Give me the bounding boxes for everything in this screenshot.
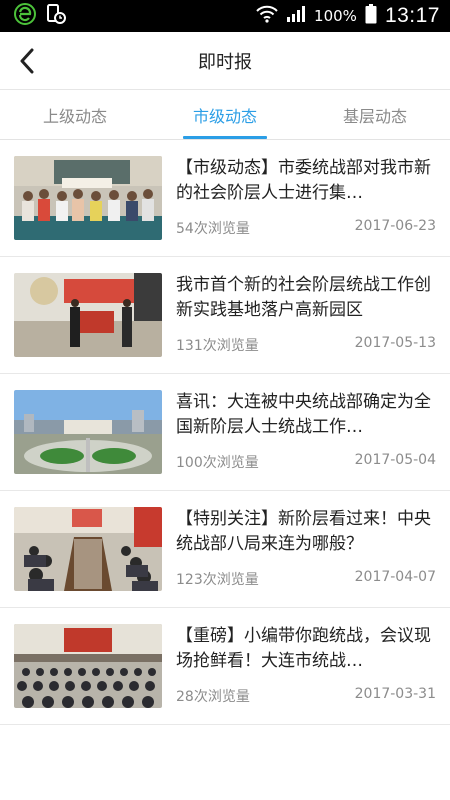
article-thumbnail bbox=[14, 507, 162, 591]
publish-date: 2017-04-07 bbox=[354, 569, 436, 585]
list-item[interactable]: 【重磅】小编带你跑统战，会议现场抢鲜看！大连市统战… 28次浏览量 2017-0… bbox=[0, 608, 450, 725]
publish-date: 2017-06-23 bbox=[354, 218, 436, 234]
view-count: 28次浏览量 bbox=[176, 689, 250, 705]
list-item[interactable]: 【市级动态】市委统战部对我市新的社会阶层人士进行集… 54次浏览量 2017-0… bbox=[0, 140, 450, 257]
view-count: 131次浏览量 bbox=[176, 338, 259, 354]
clock-time: 13:17 bbox=[384, 4, 440, 27]
tab-bar: 上级动态 市级动态 基层动态 bbox=[0, 90, 450, 140]
article-thumbnail bbox=[14, 624, 162, 708]
list-item[interactable]: 【特别关注】新阶层看过来！中央统战部八局来连为哪般？ 123次浏览量 2017-… bbox=[0, 491, 450, 608]
list-item[interactable]: 喜讯：大连被中央统战部确定为全国新阶层人士统战工作… 100次浏览量 2017-… bbox=[0, 374, 450, 491]
list-item[interactable]: 我市首个新的社会阶层统战工作创新实践基地落户高新园区 131次浏览量 2017-… bbox=[0, 257, 450, 374]
article-title: 【市级动态】市委统战部对我市新的社会阶层人士进行集… bbox=[176, 158, 431, 203]
publish-date: 2017-05-13 bbox=[354, 335, 436, 351]
article-thumbnail bbox=[14, 273, 162, 357]
article-title: 我市首个新的社会阶层统战工作创新实践基地落户高新园区 bbox=[176, 275, 431, 320]
article-thumbnail bbox=[14, 156, 162, 240]
battery-icon bbox=[365, 4, 377, 28]
chevron-left-icon bbox=[20, 48, 34, 74]
view-count: 54次浏览量 bbox=[176, 221, 250, 237]
battery-percent: 100% bbox=[314, 7, 357, 25]
publish-date: 2017-05-04 bbox=[354, 452, 436, 468]
article-title: 【特别关注】新阶层看过来！中央统战部八局来连为哪般？ bbox=[176, 509, 431, 554]
view-count: 100次浏览量 bbox=[176, 455, 259, 471]
app-e-icon bbox=[14, 3, 36, 29]
article-title: 【重磅】小编带你跑统战，会议现场抢鲜看！大连市统战… bbox=[176, 626, 431, 671]
article-list: 【市级动态】市委统战部对我市新的社会阶层人士进行集… 54次浏览量 2017-0… bbox=[0, 140, 450, 725]
device-clock-icon bbox=[46, 3, 66, 29]
tab-city-news[interactable]: 市级动态 bbox=[150, 90, 300, 139]
app-bar: 即时报 bbox=[0, 32, 450, 90]
back-button[interactable] bbox=[12, 46, 42, 76]
signal-icon bbox=[286, 5, 306, 27]
article-title: 喜讯：大连被中央统战部确定为全国新阶层人士统战工作… bbox=[176, 392, 431, 437]
tab-grassroots-news[interactable]: 基层动态 bbox=[300, 90, 450, 139]
wifi-icon bbox=[256, 5, 278, 27]
tab-superior-news[interactable]: 上级动态 bbox=[0, 90, 150, 139]
page-title: 即时报 bbox=[198, 51, 252, 73]
publish-date: 2017-03-31 bbox=[354, 686, 436, 702]
article-thumbnail bbox=[14, 390, 162, 474]
view-count: 123次浏览量 bbox=[176, 572, 259, 588]
status-bar: 100% 13:17 bbox=[0, 0, 450, 32]
